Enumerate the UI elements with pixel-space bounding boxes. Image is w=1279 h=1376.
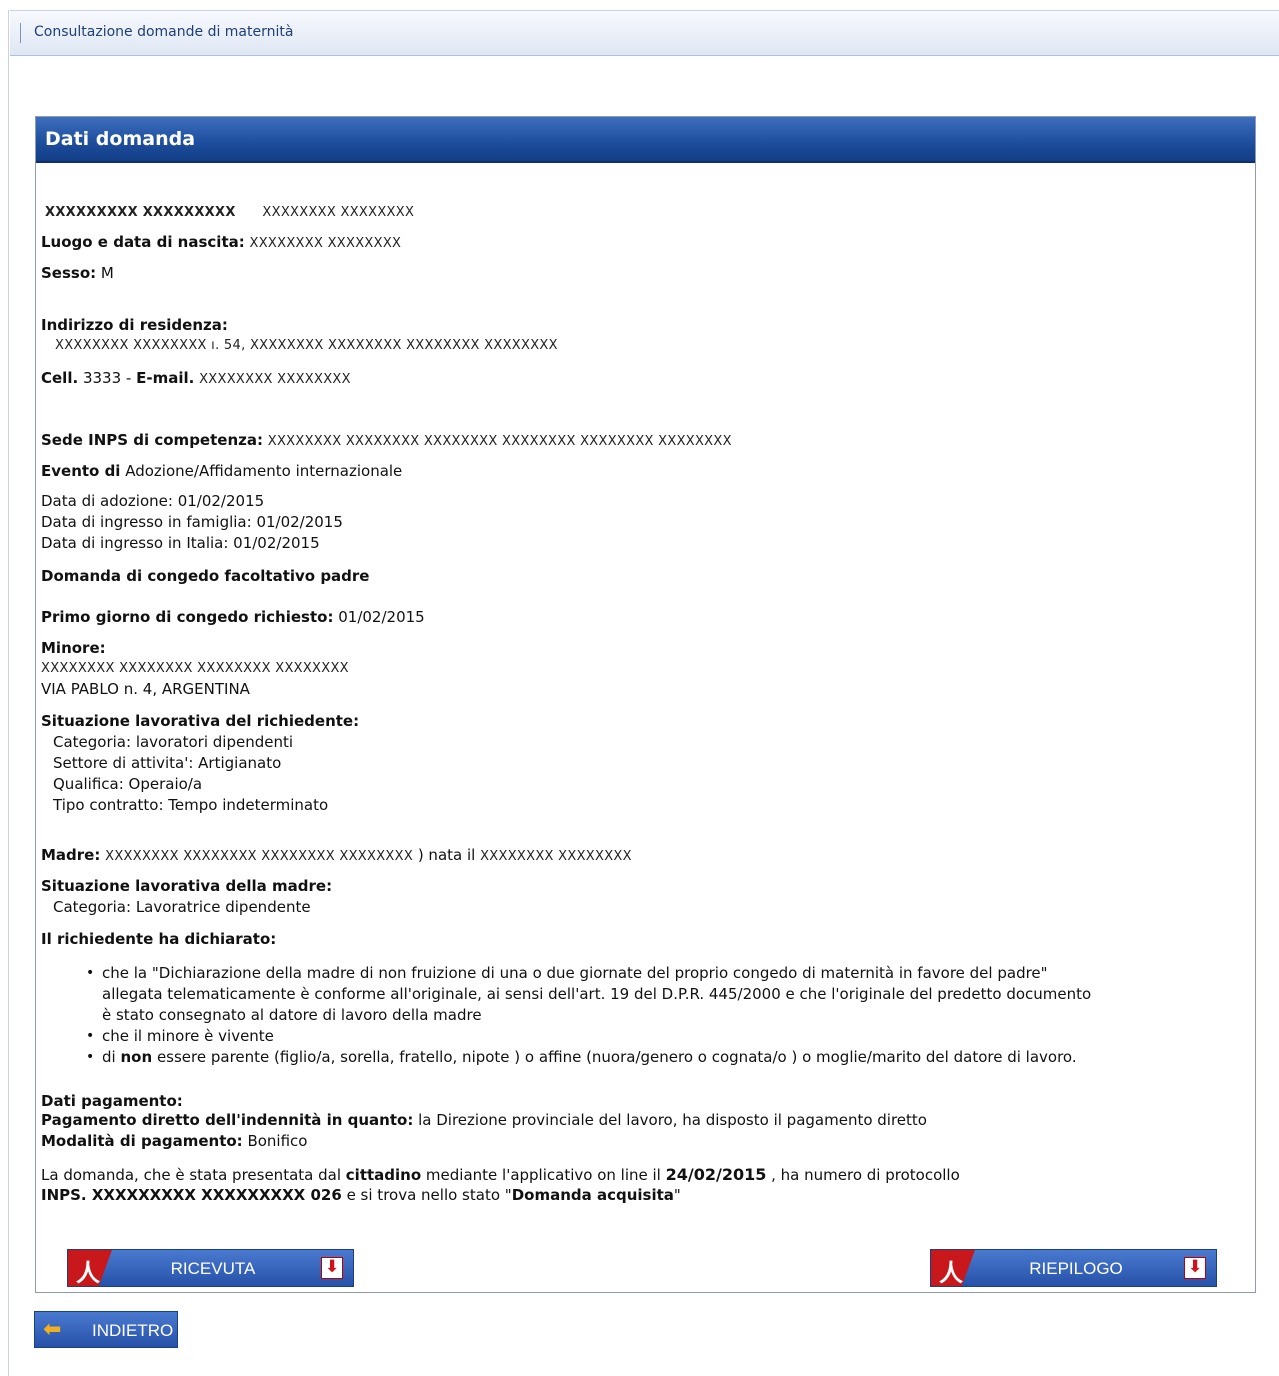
pdf-icon: 人 [931, 1250, 975, 1286]
mother-label: Madre: [41, 846, 101, 864]
minor-label: Minore: [41, 639, 106, 657]
family-entry-date: Data di ingresso in famiglia: 01/02/2015 [41, 513, 343, 531]
italy-entry-date: Data di ingresso in Italia: 01/02/2015 [41, 534, 320, 552]
inps-office-value: XXXXXXXX XXXXXXXX XXXXXXXX XXXXXXXX XXXX… [267, 434, 732, 449]
page-frame [8, 10, 9, 1376]
declarations-list: che la "Dichiarazione della madre di non… [86, 963, 1252, 1068]
panel-header: Dati domanda [36, 117, 1255, 163]
mother-name: XXXXXXXX XXXXXXXX XXXXXXXX XXXXXXXX [105, 849, 414, 864]
minor-address: VIA PABLO n. 4, ARGENTINA [41, 680, 250, 698]
work-qualification: Qualifica: Operaio/a [53, 775, 203, 793]
summary-status: Domanda acquisita [511, 1186, 674, 1204]
breadcrumb-bar: Consultazione domande di maternità [10, 10, 1279, 56]
panel-title: Dati domanda [45, 128, 196, 150]
payment-direct-row: Pagamento diretto dell'indennità in quan… [41, 1110, 927, 1131]
declaration-text: essere parente (figlio/a, sorella, frate… [156, 1048, 1077, 1066]
summary-text: " [673, 1186, 681, 1204]
pdf-icon: 人 [68, 1250, 112, 1286]
summary-text: La domanda, che è stata presentata dal [41, 1166, 341, 1184]
mother-birth-value: XXXXXXXX XXXXXXXX [480, 849, 632, 864]
applicant-name: XXXXXXXXX XXXXXXXXX [45, 205, 236, 220]
summary-date: 24/02/2015 [665, 1165, 767, 1184]
summary-submitter: cittadino [345, 1166, 422, 1184]
work-label: Situazione lavorativa del richiedente: [41, 712, 360, 730]
summary-line-1: La domanda, che è stata presentata dal c… [41, 1164, 960, 1186]
summary-text: , ha numero di protocollo [771, 1166, 960, 1184]
birth-value: XXXXXXXX XXXXXXXX [249, 236, 402, 251]
breadcrumb-separator [20, 23, 21, 43]
receipt-button[interactable]: 人 RICEVUTA ⬇ [67, 1249, 354, 1287]
breadcrumb: Consultazione domande di maternità [34, 24, 294, 40]
application-panel: Dati domanda XXXXXXXXX XXXXXXXXX XXXXXXX… [35, 116, 1256, 1293]
work-sector: Settore di attivita': Artigianato [53, 754, 282, 772]
back-arrow-icon: ⬅ [43, 1317, 62, 1342]
adoption-date: Data di adozione: 01/02/2015 [41, 492, 265, 510]
event-row: Evento di Adozione/Affidamento internazi… [41, 461, 402, 482]
event-label: Evento di [41, 462, 121, 480]
payment-mode-value: Bonifico [247, 1132, 308, 1150]
summary-line-2: INPS. XXXXXXXXX XXXXXXXXX 026 e si trova… [41, 1185, 681, 1206]
minor-name: XXXXXXXX XXXXXXXX XXXXXXXX XXXXXXXX [41, 661, 349, 676]
sex-value: M [100, 264, 114, 282]
mother-work-label: Situazione lavorativa della madre: [41, 877, 333, 895]
birth-row: Luogo e data di nascita: XXXXXXXX XXXXXX… [41, 232, 401, 254]
event-value: Adozione/Affidamento internazionale [125, 462, 403, 480]
sex-row: Sesso: M [41, 263, 114, 284]
birth-label: Luogo e data di nascita: [41, 233, 245, 251]
declaration-text: che il minore è vivente [102, 1027, 274, 1045]
declaration-item: di non essere parente (figlio/a, sorella… [86, 1047, 1252, 1068]
first-day-value: 01/02/2015 [338, 608, 425, 626]
summary-text: e si trova nello stato " [346, 1186, 512, 1204]
back-button-label: INDIETRO [92, 1321, 174, 1340]
payment-mode-row: Modalità di pagamento: Bonifico [41, 1131, 307, 1152]
request-type: Domanda di congedo facoltativo padre [41, 567, 370, 585]
first-day-row: Primo giorno di congedo richiesto: 01/02… [41, 607, 425, 628]
address-label: Indirizzo di residenza: [41, 316, 228, 334]
inps-office-row: Sede INPS di competenza: XXXXXXXX XXXXXX… [41, 430, 732, 452]
download-icon: ⬇ [321, 1257, 343, 1279]
applicant-row: XXXXXXXXX XXXXXXXXX XXXXXXXX XXXXXXXX [41, 201, 414, 223]
summary-button[interactable]: 人 RIEPILOGO ⬇ [930, 1249, 1217, 1287]
declaration-text: di [102, 1048, 116, 1066]
first-day-label: Primo giorno di congedo richiesto: [41, 608, 334, 626]
declared-label: Il richiedente ha dichiarato: [41, 930, 277, 948]
declaration-text: allegata telematicamente è conforme all'… [102, 985, 1092, 1003]
work-contract: Tipo contratto: Tempo indeterminato [53, 796, 329, 814]
applicant-code: XXXXXXXX XXXXXXXX [262, 205, 415, 220]
declaration-text: è stato consegnato al datore di lavoro d… [102, 1006, 482, 1024]
mother-born: ) nata il [417, 846, 476, 864]
payment-direct-label: Pagamento diretto dell'indennità in quan… [41, 1111, 414, 1129]
declaration-item: che il minore è vivente [86, 1026, 1252, 1047]
declaration-emphasis: non [120, 1048, 153, 1066]
receipt-button-label: RICEVUTA [170, 1259, 256, 1278]
inps-office-label: Sede INPS di competenza: [41, 431, 263, 449]
declaration-text: che la "Dichiarazione della madre di non… [102, 964, 1048, 982]
summary-text: mediante l'applicativo on line il [425, 1166, 661, 1184]
declaration-item: che la "Dichiarazione della madre di non… [86, 963, 1252, 1026]
address-value: XXXXXXXX XXXXXXXX ı. 54, XXXXXXXX XXXXXX… [55, 338, 558, 353]
work-category: Categoria: lavoratori dipendenti [53, 733, 294, 751]
cell-value: 3333 - [82, 369, 132, 387]
payment-direct-value: la Direzione provinciale del lavoro, ha … [418, 1111, 927, 1129]
summary-button-label: RIEPILOGO [1029, 1259, 1123, 1278]
download-icon: ⬇ [1184, 1257, 1206, 1279]
email-value: XXXXXXXX XXXXXXXX [199, 372, 351, 387]
email-label: E-mail. [136, 369, 195, 387]
back-button[interactable]: ⬅ INDIETRO [34, 1311, 178, 1348]
payment-mode-label: Modalità di pagamento: [41, 1132, 243, 1150]
sex-label: Sesso: [41, 264, 97, 282]
payment-label: Dati pagamento: [41, 1092, 183, 1110]
mother-row: Madre: XXXXXXXX XXXXXXXX XXXXXXXX XXXXXX… [41, 845, 632, 867]
cell-label: Cell. [41, 369, 79, 387]
summary-protocol: INPS. XXXXXXXXX XXXXXXXXX 026 [41, 1186, 342, 1204]
mother-work-category: Categoria: Lavoratrice dipendente [53, 898, 311, 916]
contact-row: Cell. 3333 - E-mail. XXXXXXXX XXXXXXXX [41, 368, 351, 390]
